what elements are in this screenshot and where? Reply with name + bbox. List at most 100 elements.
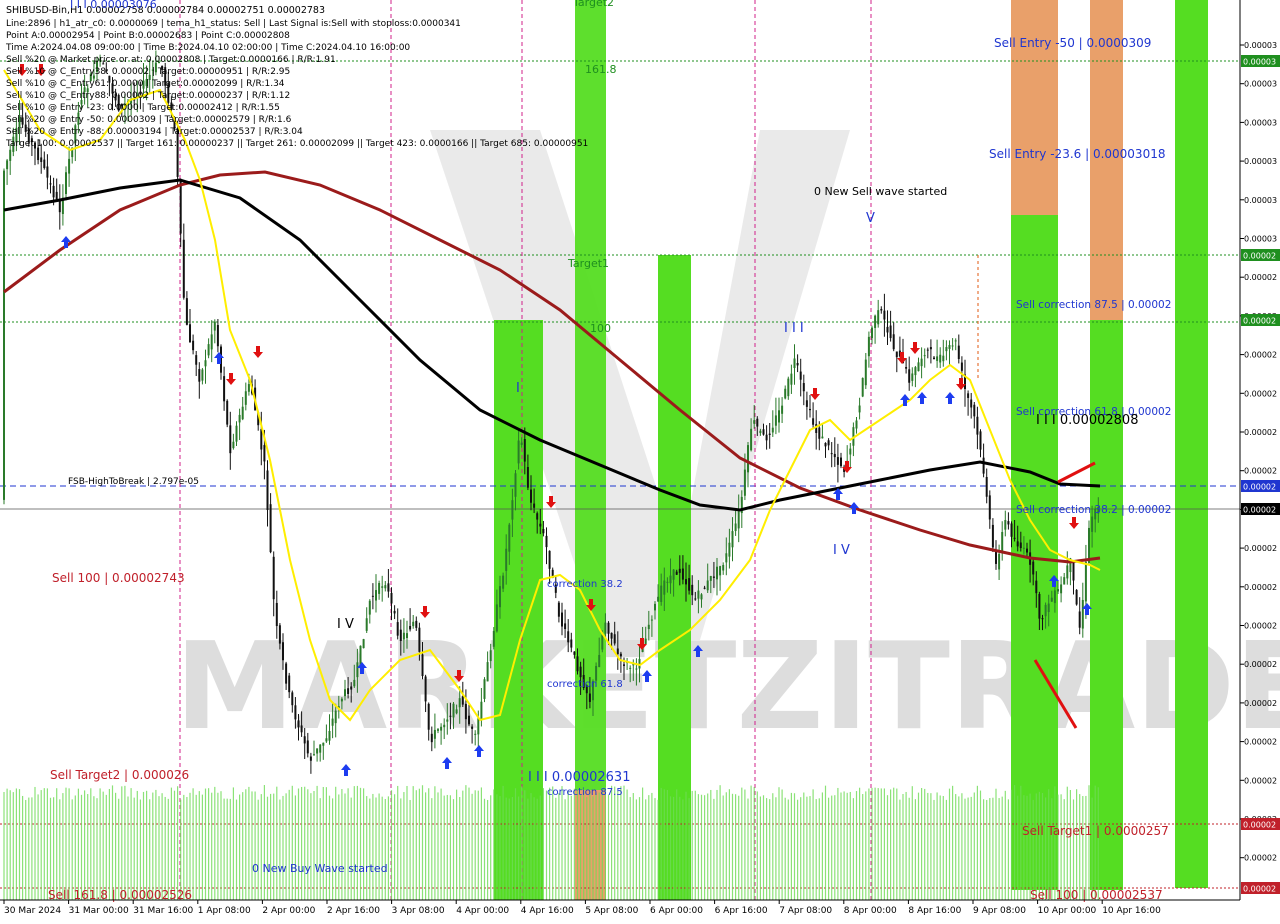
candle-body xyxy=(979,431,982,450)
label-wave-i: I xyxy=(516,381,520,396)
candle-body xyxy=(189,324,191,343)
candle-body xyxy=(266,470,269,511)
y-tick-label: 0.00002 xyxy=(1244,351,1277,360)
label-target2: Target2 xyxy=(572,0,614,9)
candle-body xyxy=(1091,516,1094,532)
candle-body xyxy=(781,405,784,414)
candle-body xyxy=(610,632,613,639)
label-wave-iii-low: I I I 0.00002631 xyxy=(528,770,630,785)
candle-body xyxy=(874,315,877,328)
label-wave-iii-top: I I I xyxy=(784,321,804,336)
candle-body xyxy=(430,733,433,743)
candle-body xyxy=(229,425,232,454)
y-tick-label: 0.00002 xyxy=(1244,389,1277,398)
candle-body xyxy=(731,531,734,548)
price-tag-label: 0.00002 xyxy=(1243,885,1276,894)
candle-body xyxy=(737,511,740,529)
candle-body xyxy=(297,720,300,728)
candle-body xyxy=(877,310,880,325)
candle-body xyxy=(533,503,536,508)
candle-body xyxy=(728,542,731,557)
candle-body xyxy=(316,748,319,754)
candle-body xyxy=(954,340,957,342)
x-tick-label: 31 Mar 00:00 xyxy=(69,906,129,916)
band-green-6 xyxy=(1175,0,1208,888)
candle-body xyxy=(406,633,408,639)
info-line-0: Line:2896 | h1_atr_c0: 0.0000069 | tema_… xyxy=(6,19,461,29)
candle-body xyxy=(759,430,762,434)
candle-body xyxy=(871,327,873,339)
candle-body xyxy=(1013,537,1016,539)
candle-body xyxy=(539,523,542,527)
candle-body xyxy=(973,404,976,417)
candle-body xyxy=(588,693,591,702)
candle-body xyxy=(905,367,908,369)
candle-body xyxy=(350,686,353,690)
candle-body xyxy=(706,580,709,591)
candle-body xyxy=(688,578,691,591)
candle-body xyxy=(604,622,607,634)
candle-body xyxy=(437,729,439,731)
y-tick-label: 0.00003 xyxy=(1244,80,1277,89)
candle-body xyxy=(1044,604,1047,617)
candle-body xyxy=(1038,593,1041,619)
price-tag-label: 0.00002 xyxy=(1243,317,1276,326)
info-line-3: Sell %20 @ Market price or at: 0.0000280… xyxy=(6,55,336,65)
candle-body xyxy=(278,625,281,644)
time-axis-ticks: 30 Mar 2024 31 Mar 00:00 31 Mar 16:00 1 Apr… xyxy=(3,900,1161,916)
candle-body xyxy=(182,239,185,298)
candle-body xyxy=(663,580,666,595)
candle-body xyxy=(787,378,790,397)
candle-body xyxy=(523,439,526,462)
candle-body xyxy=(495,604,498,632)
price-tag-label: 0.00002 xyxy=(1243,821,1276,830)
candle-body xyxy=(1084,561,1087,602)
chart[interactable]: MARKETZITRADE SHIBUSD-Bin,H1 0.00002758 … xyxy=(0,0,1280,920)
candle-body xyxy=(719,566,722,576)
candle-body xyxy=(347,688,350,694)
candle-body xyxy=(1088,527,1090,563)
candle-body xyxy=(644,638,647,644)
candle-body xyxy=(564,623,567,630)
candle-body xyxy=(514,473,517,497)
x-tick-label: 9 Apr 08:00 xyxy=(973,906,1026,916)
candle-body xyxy=(464,703,467,720)
label-new-sell-wave: 0 New Sell wave started xyxy=(814,185,947,198)
candle-body xyxy=(9,149,12,161)
candle-body xyxy=(1022,547,1025,549)
candle-body xyxy=(263,445,266,462)
candle-body xyxy=(576,656,579,672)
y-tick-label: 0.00002 xyxy=(1244,273,1277,282)
candle-body xyxy=(213,321,216,331)
candle-body xyxy=(945,347,948,352)
band-green-4 xyxy=(1011,215,1058,890)
candle-body xyxy=(995,550,997,564)
candle-body xyxy=(697,590,700,599)
candle-body xyxy=(526,467,529,488)
candle-body xyxy=(1001,532,1004,552)
candle-body xyxy=(244,391,247,405)
candle-body xyxy=(669,575,672,584)
candle-body xyxy=(709,575,712,581)
info-line-5: Sell %10 @ C_Entry61: 0.0000 | Target:0.… xyxy=(6,79,285,89)
y-tick-label: 0.00002 xyxy=(1244,622,1277,631)
candle-body xyxy=(402,632,405,640)
candle-body xyxy=(1041,618,1044,620)
candle-body xyxy=(232,441,235,449)
candle-body xyxy=(765,434,768,441)
candle-body xyxy=(933,357,935,360)
x-tick-label: 5 Apr 08:00 xyxy=(585,906,638,916)
x-tick-label: 10 Apr 00:00 xyxy=(1038,906,1097,916)
candle-body xyxy=(886,326,889,333)
candle-body xyxy=(477,718,480,735)
candle-body xyxy=(1016,541,1019,547)
candle-body xyxy=(942,355,945,362)
candle-body xyxy=(52,185,55,198)
label-sell-correction-875: Sell correction 87.5 | 0.00002 xyxy=(1016,299,1171,311)
candle-body xyxy=(1047,603,1050,613)
candle-body xyxy=(49,183,52,185)
candle-body xyxy=(703,587,706,589)
label-point-c: I I I 0.00002808 xyxy=(1036,413,1138,428)
candle-body xyxy=(65,172,67,195)
candle-body xyxy=(399,629,402,641)
